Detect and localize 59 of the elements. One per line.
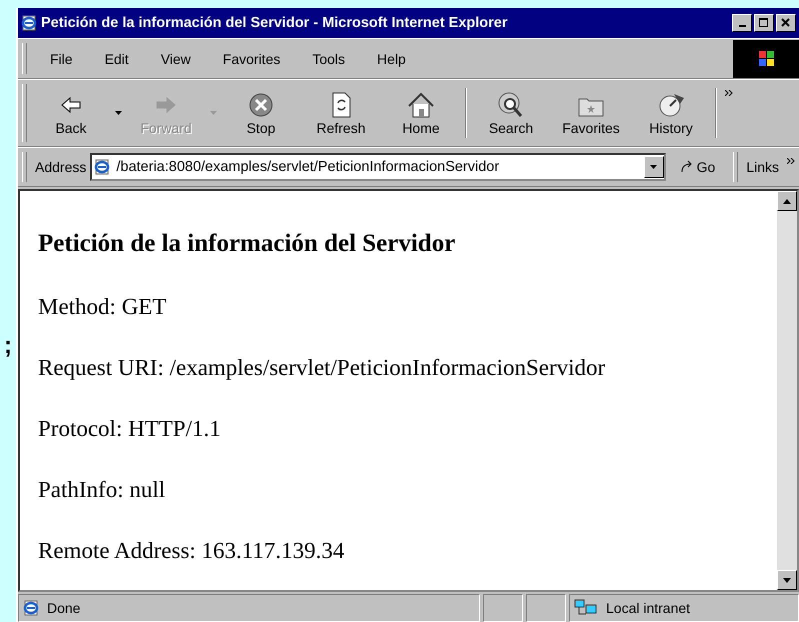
back-arrow-icon <box>61 96 80 114</box>
close-button[interactable] <box>776 14 796 32</box>
dropdown-arrow-icon[interactable] <box>115 111 122 115</box>
menu-item[interactable]: View <box>148 50 204 66</box>
stop-icon <box>250 94 272 116</box>
minimize-icon <box>738 25 746 27</box>
scroll-up-button[interactable] <box>777 191 797 211</box>
minimize-button[interactable] <box>732 14 752 32</box>
maximize-icon <box>759 18 769 28</box>
toolbar-button[interactable]: History <box>631 88 711 138</box>
chevron-icon[interactable] <box>787 158 795 164</box>
toolbar-button[interactable]: Refresh <box>301 88 381 138</box>
windows-logo-icon <box>733 40 799 78</box>
go-button[interactable]: Go <box>670 159 726 175</box>
menu-item[interactable]: File <box>37 50 86 66</box>
info-line: Method: GET <box>38 294 168 320</box>
info-line: Request URI: /examples/servlet/PeticionInformacionServidor <box>38 355 606 381</box>
browser-icon <box>21 15 37 31</box>
search-icon <box>498 92 522 117</box>
clock-icon <box>660 94 684 116</box>
semicolon-text: ; <box>4 332 12 360</box>
toolbar-button[interactable]: Back <box>31 88 111 138</box>
house-icon <box>408 92 434 118</box>
info-line: Remote Address: 163.117.139.34 <box>38 538 346 564</box>
down-arrow-icon <box>783 578 791 582</box>
menu-item[interactable]: Tools <box>299 50 358 66</box>
menu-item[interactable]: Help <box>364 50 419 66</box>
chevron-icon[interactable] <box>725 90 733 96</box>
dropdown-button[interactable] <box>644 156 664 178</box>
status-text: Done <box>47 600 80 616</box>
scroll-down-button[interactable] <box>777 570 797 590</box>
toolbar-button[interactable]: Stop <box>221 88 301 138</box>
window-title: Petición de la información del Servidor - Microsoft Internet Explorer <box>41 15 509 31</box>
browser-icon <box>94 159 110 175</box>
toolbar-button[interactable]: Favorites <box>551 88 631 138</box>
forward-arrow-icon <box>156 96 176 114</box>
info-line: Protocol: HTTP/1.1 <box>38 416 222 442</box>
curved-arrow-icon <box>680 160 694 174</box>
folder-icon <box>578 98 604 116</box>
maximize-button[interactable] <box>754 14 774 32</box>
close-icon <box>781 18 791 28</box>
address-field[interactable]: /bateria:8080/examples/servlet/PeticionInformacionServidor <box>90 153 666 181</box>
up-arrow-icon <box>783 198 791 204</box>
toolbar-button[interactable]: Search <box>471 88 551 138</box>
address-label: Address <box>35 159 86 175</box>
browser-icon <box>23 600 39 616</box>
page-heading: Petición de la información del Servidor <box>38 229 456 259</box>
info-line: PathInfo: null <box>38 477 166 503</box>
status-panel <box>483 594 523 622</box>
menu-item[interactable]: Favorites <box>210 50 294 66</box>
network-icon <box>574 599 598 617</box>
menu-item[interactable]: Edit <box>92 50 142 66</box>
scrollbar[interactable] <box>777 191 797 590</box>
status-panel <box>526 594 566 622</box>
toolbar-button[interactable]: Home <box>381 88 461 138</box>
zone-text: Local intranet <box>606 600 690 616</box>
dropdown-arrow-icon <box>650 165 658 169</box>
refresh-icon <box>332 92 350 118</box>
links-button[interactable]: Links <box>746 159 779 175</box>
